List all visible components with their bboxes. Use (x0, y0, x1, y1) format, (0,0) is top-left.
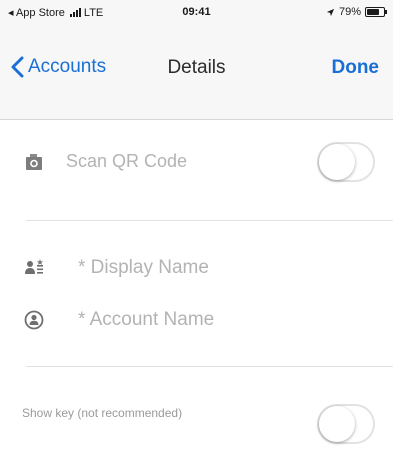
scan-qr-toggle[interactable] (317, 142, 375, 182)
divider (26, 220, 393, 221)
account-name-row (0, 300, 393, 340)
battery-percent: 79% (338, 6, 361, 18)
divider (26, 366, 393, 367)
scan-qr-row: Scan QR Code (0, 140, 393, 184)
status-right: 79% (326, 6, 387, 18)
show-key-toggle-knob (319, 406, 355, 442)
display-name-row (0, 248, 393, 288)
navigation-bar: Accounts Details Done (0, 26, 393, 120)
done-button[interactable]: Done (332, 57, 380, 79)
camera-icon (26, 154, 42, 170)
contact-card-icon (25, 259, 44, 274)
status-bar: ◂ App Store LTE 09:41 79% (0, 0, 393, 26)
show-key-row: Show key (not recommended) (0, 392, 393, 444)
back-button[interactable]: Accounts (10, 56, 106, 78)
show-key-label: Show key (not recommended) (22, 406, 183, 420)
details-screen: ◂ App Store LTE 09:41 79% Accounts Detai… (0, 0, 393, 463)
user-circle-icon (24, 310, 44, 330)
back-button-label: Accounts (28, 56, 107, 77)
battery-icon (365, 7, 387, 17)
show-key-toggle[interactable] (317, 404, 375, 444)
location-arrow-icon (326, 8, 335, 16)
account-name-input[interactable] (78, 306, 358, 334)
battery-level (367, 9, 380, 15)
chevron-left-icon (11, 56, 24, 78)
scan-qr-toggle-knob (319, 144, 355, 180)
scan-qr-label: Scan QR Code (66, 151, 188, 171)
display-name-input[interactable] (78, 254, 358, 282)
